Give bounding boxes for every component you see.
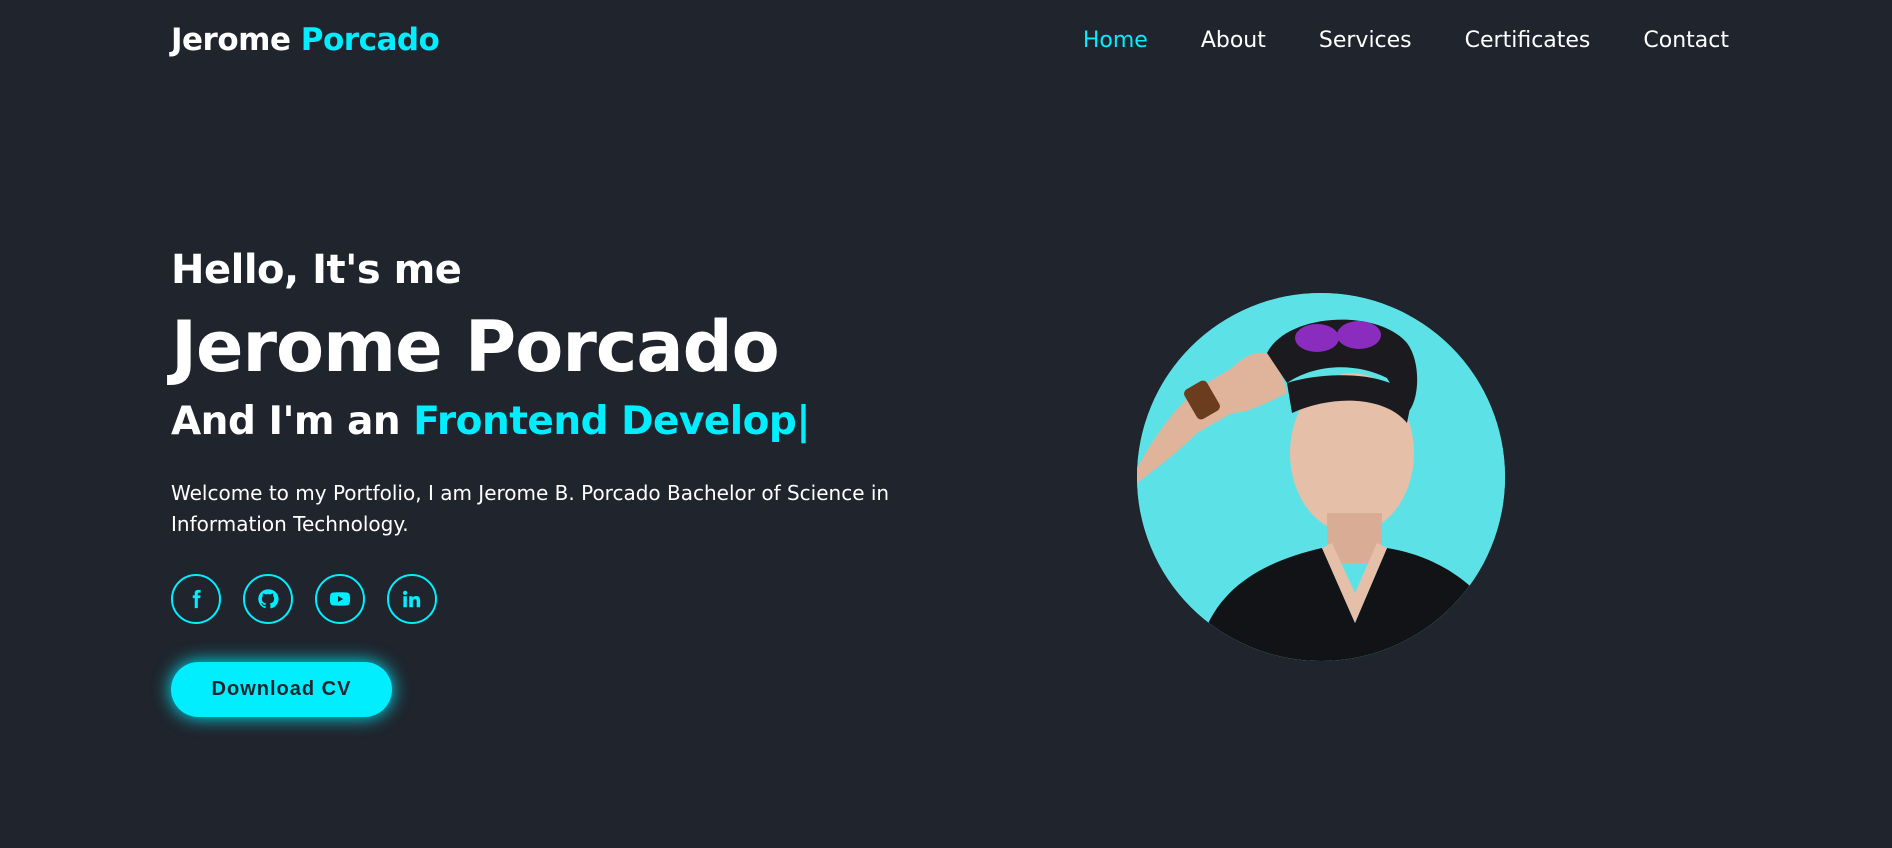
github-icon — [258, 589, 279, 609]
role-typed: Frontend Develop — [413, 399, 797, 444]
github-link[interactable] — [243, 574, 293, 624]
facebook-icon — [192, 589, 201, 609]
youtube-link[interactable] — [315, 574, 365, 624]
hero-name: Jerome Porcado — [171, 306, 780, 388]
nav-services[interactable]: Services — [1319, 28, 1412, 53]
logo-last-name: Porcado — [300, 22, 440, 58]
greeting: Hello, It's me — [171, 247, 462, 293]
youtube-icon — [329, 592, 351, 606]
nav-home[interactable]: Home — [1083, 28, 1148, 53]
linkedin-icon — [403, 590, 421, 608]
intro-text: Welcome to my Portfolio, I am Jerome B. … — [171, 481, 890, 536]
nav-about[interactable]: About — [1201, 28, 1266, 53]
logo-first-name: Jerome — [171, 22, 301, 58]
main-nav: Home About Services Certificates Contact — [1083, 28, 1729, 53]
role-prefix: And I'm an — [171, 399, 414, 444]
role-line: And I'm an Frontend Develop| — [171, 392, 931, 452]
profile-photo — [1137, 293, 1505, 661]
facebook-link[interactable] — [171, 574, 221, 624]
social-links — [171, 574, 459, 624]
typing-caret: | — [796, 399, 811, 444]
linkedin-link[interactable] — [387, 574, 437, 624]
nav-certificates[interactable]: Certificates — [1465, 28, 1591, 53]
hero-text: Hello, It's me Jerome Porcado And I'm an… — [171, 240, 931, 540]
profile-portrait-illustration — [1137, 293, 1505, 661]
page: Jerome Porcado Home About Services Certi… — [0, 0, 1892, 848]
nav-contact[interactable]: Contact — [1643, 28, 1729, 53]
download-cv-button[interactable]: Download CV — [171, 662, 392, 717]
logo[interactable]: Jerome Porcado — [171, 22, 440, 58]
site-header: Jerome Porcado Home About Services Certi… — [0, 0, 1892, 84]
